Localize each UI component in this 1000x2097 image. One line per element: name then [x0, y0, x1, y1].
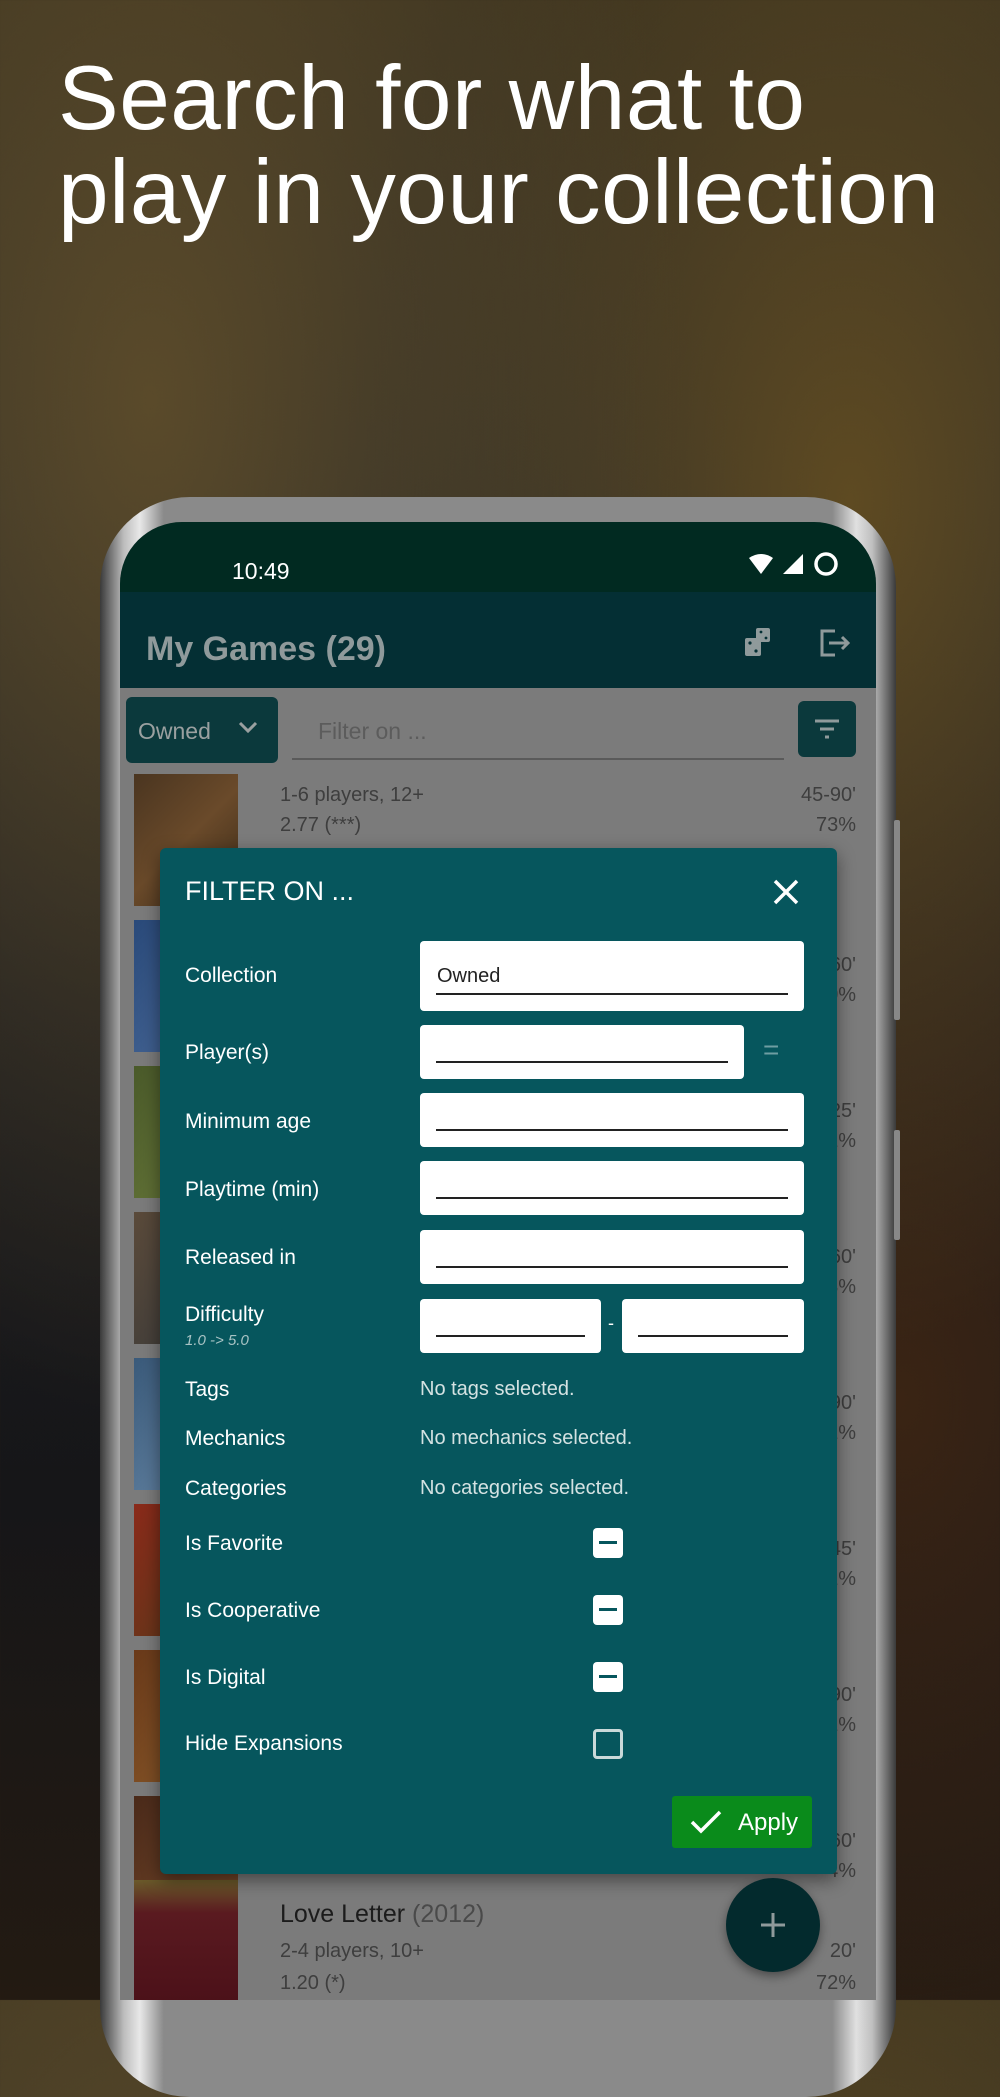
is-cooperative-checkbox[interactable] — [593, 1595, 623, 1625]
sync-icon — [814, 552, 838, 576]
is-digital-checkbox[interactable] — [593, 1662, 623, 1692]
game-players: 2-4 players, 10+ — [280, 1940, 424, 1962]
players-label: Player(s) — [185, 1041, 270, 1064]
filter-button[interactable] — [798, 701, 856, 757]
collection-label: Collection — [185, 964, 278, 987]
logout-icon[interactable] — [817, 626, 851, 660]
hide-expansions-checkbox[interactable] — [593, 1729, 623, 1759]
difficulty-min-field[interactable] — [420, 1299, 601, 1353]
hide-expansions-label: Hide Expansions — [185, 1732, 343, 1755]
dialog-title: FILTER ON ... — [185, 876, 355, 906]
min-age-label: Minimum age — [185, 1110, 312, 1133]
field-underline — [436, 993, 788, 995]
filter-input[interactable]: Filter on ... — [292, 706, 784, 760]
mechanics-label: Mechanics — [185, 1427, 286, 1450]
difficulty-separator: - — [608, 1313, 614, 1333]
chevron-down-icon — [238, 721, 258, 734]
apply-label: Apply — [738, 1809, 799, 1836]
players-field[interactable] — [420, 1025, 744, 1079]
difficulty-hint: 1.0 -> 5.0 — [185, 1332, 249, 1349]
categories-value[interactable]: No categories selected. — [420, 1477, 629, 1500]
playtime-label: Playtime (min) — [185, 1178, 320, 1201]
filter-dialog: FILTER ON ... Collection Owned Player(s)… — [160, 848, 837, 1874]
field-underline — [436, 1197, 788, 1199]
headline: Search for what to play in your collecti… — [58, 52, 940, 240]
game-title-text: Love Letter — [280, 1900, 406, 1928]
app-bar: My Games (29) — [120, 592, 876, 688]
field-underline — [436, 1266, 788, 1268]
phone-power-button — [894, 1130, 900, 1240]
min-age-field[interactable] — [420, 1093, 804, 1147]
difficulty-label: Difficulty — [185, 1303, 264, 1326]
game-title: Love Letter (2012) — [280, 1900, 484, 1929]
close-icon[interactable] — [772, 878, 800, 906]
released-field[interactable] — [420, 1230, 804, 1284]
difficulty-max-field[interactable] — [622, 1299, 804, 1353]
tags-label: Tags — [185, 1378, 230, 1401]
game-year: (2012) — [412, 1900, 485, 1928]
mechanics-value[interactable]: No mechanics selected. — [420, 1427, 632, 1450]
is-favorite-checkbox[interactable] — [593, 1528, 623, 1558]
collection-field-value: Owned — [437, 965, 501, 987]
phone-volume-button — [894, 820, 900, 1020]
field-underline — [436, 1061, 728, 1063]
wifi-icon — [749, 554, 773, 574]
field-underline — [638, 1335, 788, 1337]
dice-icon[interactable] — [742, 626, 776, 660]
page-title: My Games (29) — [146, 630, 386, 668]
headline-line-1: Search for what to — [58, 48, 806, 149]
collection-select-value: Owned — [138, 718, 211, 744]
status-time: 10:49 — [232, 558, 290, 584]
game-playtime: 20' — [829, 1940, 856, 1962]
headline-line-2: play in your collection — [58, 142, 940, 243]
plus-icon — [761, 1913, 785, 1937]
status-bar: 10:49 — [120, 522, 876, 592]
game-playtime: 45-90' — [801, 784, 856, 806]
released-label: Released in — [185, 1246, 296, 1269]
game-rating: 2.77 (***) — [280, 814, 362, 836]
field-underline — [436, 1335, 585, 1337]
game-score: 72% — [815, 1972, 856, 1994]
game-score: 73% — [815, 814, 856, 836]
filter-icon — [815, 719, 839, 739]
tags-value[interactable]: No tags selected. — [420, 1378, 575, 1401]
playtime-field[interactable] — [420, 1161, 804, 1215]
is-favorite-label: Is Favorite — [185, 1532, 284, 1555]
collection-field[interactable]: Owned — [420, 941, 804, 1011]
apply-button[interactable]: Apply — [672, 1796, 812, 1848]
field-underline — [436, 1129, 788, 1131]
is-cooperative-label: Is Cooperative — [185, 1599, 321, 1622]
is-digital-label: Is Digital — [185, 1666, 266, 1689]
game-players: 1-6 players, 12+ — [280, 784, 424, 806]
add-game-button[interactable] — [726, 1878, 820, 1972]
game-rating: 1.20 (*) — [280, 1972, 346, 1994]
collection-select[interactable]: Owned — [126, 697, 278, 763]
cellular-signal-icon — [783, 554, 803, 574]
check-icon — [690, 1810, 722, 1834]
game-thumbnail — [134, 1880, 238, 2000]
categories-label: Categories — [185, 1477, 287, 1500]
players-operator[interactable]: = — [763, 1034, 779, 1066]
filter-input-placeholder: Filter on ... — [318, 718, 427, 744]
